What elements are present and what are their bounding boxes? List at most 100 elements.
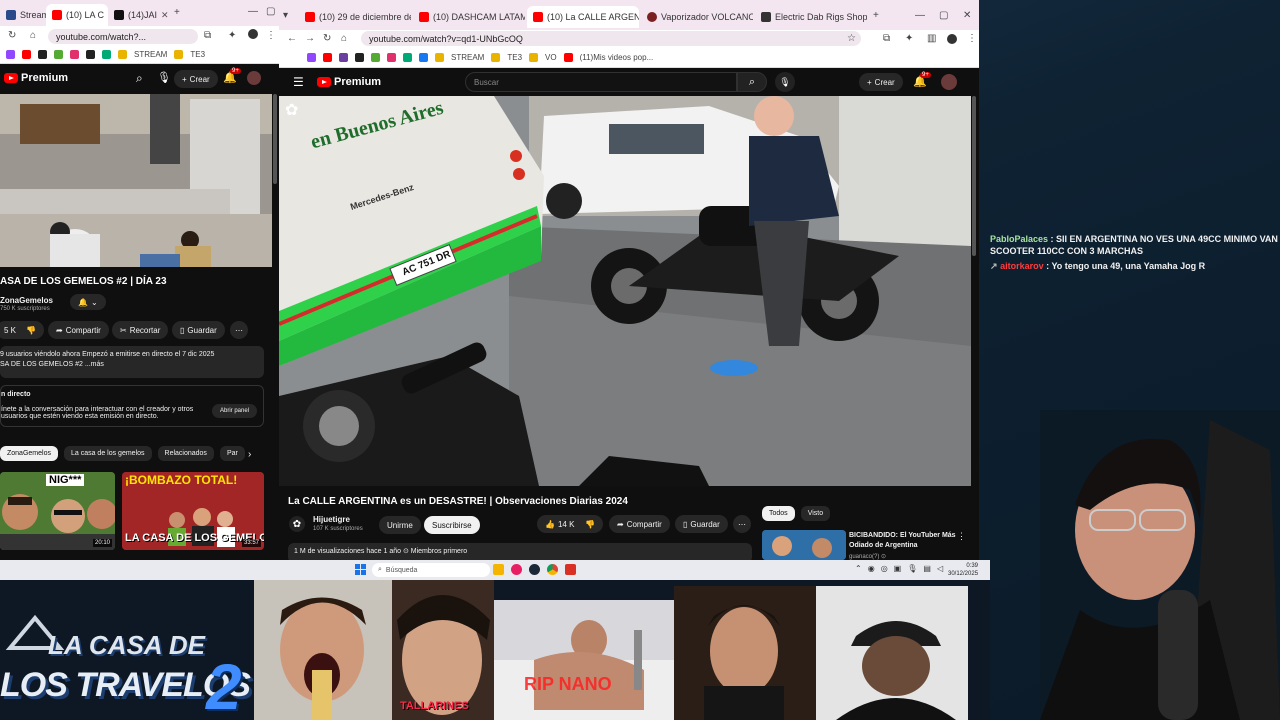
scrollbar[interactable] xyxy=(273,94,277,184)
chip-zonagemelos[interactable]: ZonaGemelos xyxy=(0,446,58,461)
chevron-right-icon[interactable]: › xyxy=(248,449,251,460)
left-tab-1[interactable]: (10) LA C ✕ xyxy=(46,4,108,26)
bookmark-icon[interactable] xyxy=(54,50,63,59)
right-tab-3[interactable]: Vaporizador VOLCANO HYBR ✕ xyxy=(641,6,753,28)
minimize-icon[interactable]: — xyxy=(915,10,925,21)
chrome-icon[interactable] xyxy=(547,564,558,575)
bookmark-stream[interactable]: STREAM xyxy=(451,53,484,62)
thumbnail-2[interactable]: ¡BOMBAZO TOTAL! LA CASA DE LOS GEMELO 33… xyxy=(122,472,264,550)
chip-more[interactable]: Par xyxy=(219,446,245,461)
folder-icon[interactable] xyxy=(529,53,539,62)
bookmark-icon[interactable] xyxy=(419,53,428,62)
menu-dots-icon[interactable]: ⋮ xyxy=(967,33,977,44)
avatar[interactable] xyxy=(941,74,957,90)
volume-icon[interactable]: ◁ xyxy=(937,564,943,573)
right-tab-4[interactable]: Electric Dab Rigs Shop | Puff ✕ xyxy=(755,6,867,28)
youtube-premium-logo[interactable]: Premium xyxy=(317,76,381,88)
file-explorer-icon[interactable] xyxy=(493,564,504,575)
bookmark-icon[interactable] xyxy=(102,50,111,59)
rec-thumbnail[interactable] xyxy=(762,530,846,560)
channel-name[interactable]: Hijuetigre xyxy=(313,515,350,524)
reload-icon[interactable]: ↻ xyxy=(323,33,331,44)
more-button[interactable]: ⋯ xyxy=(733,515,751,533)
new-tab-icon[interactable]: + xyxy=(873,10,879,21)
clip-button[interactable]: ✂ Recortar xyxy=(112,321,169,339)
reload-icon[interactable]: ↻ xyxy=(8,30,16,41)
search-button[interactable]: ⌕ xyxy=(737,72,767,92)
save-button[interactable]: ▯ Guardar xyxy=(172,321,225,339)
sidebar-icon[interactable]: ▥ xyxy=(927,33,936,44)
minimize-icon[interactable]: — xyxy=(248,6,258,17)
left-video-player[interactable] xyxy=(0,94,272,267)
bookmark-icon[interactable] xyxy=(38,50,47,59)
more-button[interactable]: ⋯ xyxy=(230,321,248,339)
taskbar-clock[interactable]: 0:39 30/12/2025 xyxy=(948,562,978,578)
microphone-icon[interactable]: 🎙 xyxy=(907,564,917,573)
search-input[interactable]: Buscar xyxy=(465,72,737,92)
profile-avatar[interactable] xyxy=(248,29,258,39)
folder-icon[interactable] xyxy=(435,53,444,62)
youtube-icon[interactable] xyxy=(563,53,573,62)
close-icon[interactable]: ✕ xyxy=(161,10,169,21)
instagram-icon[interactable] xyxy=(70,50,79,59)
voice-search-button[interactable]: 🎙 xyxy=(775,72,795,92)
create-button[interactable]: + Crear xyxy=(174,70,218,88)
like-dislike-button[interactable]: 👍 14 K 👎 xyxy=(537,515,603,533)
back-icon[interactable]: ← xyxy=(287,33,297,44)
instagram-icon[interactable] xyxy=(387,53,396,62)
chevron-up-icon[interactable]: ⌃ xyxy=(855,564,862,573)
extensions-puzzle-icon[interactable]: ✦ xyxy=(905,33,913,44)
menu-dots-icon[interactable]: ⋮ xyxy=(957,531,966,542)
folder-icon[interactable] xyxy=(118,50,127,59)
notification-bell-button[interactable]: 🔔 ⌄ xyxy=(70,294,106,310)
like-dislike-button[interactable]: 5 K 👎 xyxy=(0,321,44,339)
chip-relacionados[interactable]: Relacionados xyxy=(157,446,214,461)
chip-todos[interactable]: Todos xyxy=(762,506,795,521)
share-button[interactable]: ➦ Compartir xyxy=(48,321,109,339)
restore-icon[interactable]: ▢ xyxy=(266,6,275,17)
left-tab-2[interactable]: (14)JAI ✕ xyxy=(108,4,170,26)
hamburger-menu-icon[interactable]: ☰ xyxy=(293,75,304,89)
home-icon[interactable]: ⌂ xyxy=(30,30,36,41)
share-button[interactable]: ➦ Compartir xyxy=(609,515,670,533)
youtube-icon[interactable] xyxy=(22,50,31,59)
network-icon[interactable]: ▤ xyxy=(923,564,931,573)
bookmark-te3[interactable]: TE3 xyxy=(507,53,522,62)
star-icon[interactable]: ☆ xyxy=(847,33,856,44)
address-bar[interactable]: youtube.com/watch?... xyxy=(48,29,198,44)
subscribe-button[interactable]: Suscribirse xyxy=(424,516,480,534)
bookmark-mis-videos[interactable]: (11)Mis videos pop... xyxy=(580,53,654,62)
rec-title[interactable]: BICIBANDIDO: El YouTuber Más Odiado de A… xyxy=(849,531,959,551)
channel-avatar[interactable]: ✿ xyxy=(289,516,305,532)
extension-icon[interactable]: ⧉ xyxy=(204,30,211,41)
tray-app-icon[interactable]: ▣ xyxy=(894,564,902,573)
bookmark-icon[interactable] xyxy=(86,50,95,59)
scrollbar[interactable] xyxy=(972,96,976,256)
app-icon[interactable] xyxy=(565,564,576,575)
tab-search-icon[interactable]: ▾ xyxy=(283,10,288,21)
bookmark-stream[interactable]: STREAM xyxy=(134,50,167,59)
address-bar[interactable]: youtube.com/watch?v=qd1-UNbGcOQ xyxy=(361,31,861,46)
right-tab-0[interactable]: (10) 29 de diciembre de 2025 ✕ xyxy=(299,6,411,28)
windows-start-icon[interactable] xyxy=(355,564,366,575)
youtube-icon[interactable] xyxy=(323,53,332,62)
description-box[interactable]: 9 usuarios viéndolo ahora Empezó a emiti… xyxy=(0,346,264,378)
bookmark-vo[interactable]: VO xyxy=(545,53,557,62)
description-box[interactable]: 1 M de visualizaciones hace 1 año ⊙ Miem… xyxy=(288,543,752,560)
channel-name[interactable]: ZonaGemelos xyxy=(0,296,53,305)
chip-casa-gemelos[interactable]: La casa de los gemelos xyxy=(63,446,152,461)
avatar[interactable] xyxy=(247,71,261,85)
extension-icon[interactable]: ⧉ xyxy=(883,33,890,44)
obs-icon[interactable] xyxy=(511,564,522,575)
bookmark-icon[interactable] xyxy=(355,53,364,62)
right-tab-2[interactable]: (10) La CALLE ARGENTIN ◀ ✕ xyxy=(527,6,639,28)
taskbar-search[interactable]: ⌕ Búsqueda xyxy=(372,563,490,577)
search-icon[interactable]: ⌕ xyxy=(136,71,143,86)
bookmark-te3[interactable]: TE3 xyxy=(190,50,205,59)
folder-icon[interactable] xyxy=(174,50,184,59)
forward-icon[interactable]: → xyxy=(305,33,315,44)
right-tab-1[interactable]: (10) DASHCAM LATAM #1 ✕ xyxy=(413,6,525,28)
extensions-puzzle-icon[interactable]: ✦ xyxy=(228,30,236,41)
steam-icon[interactable] xyxy=(529,564,540,575)
youtube-premium-logo[interactable]: Premium xyxy=(4,72,68,84)
